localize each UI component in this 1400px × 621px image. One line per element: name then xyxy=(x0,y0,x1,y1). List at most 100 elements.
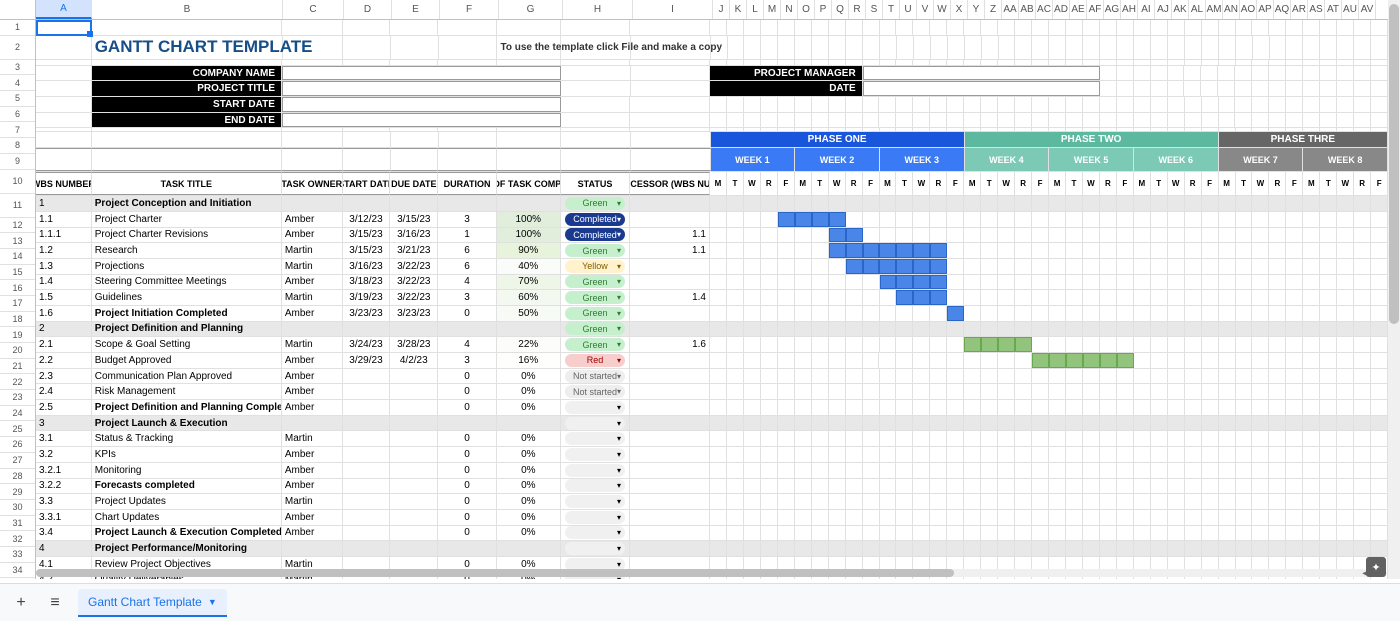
gantt-cell[interactable] xyxy=(744,400,761,415)
cell-title[interactable]: Project Performance/Monitoring xyxy=(92,541,282,556)
gantt-cell[interactable] xyxy=(761,541,778,556)
gantt-cell[interactable] xyxy=(896,290,913,305)
cell-owner[interactable]: Amber xyxy=(282,400,343,415)
cell-pct[interactable]: 100% xyxy=(497,212,561,227)
gantt-cell[interactable] xyxy=(1049,447,1066,462)
gantt-cell[interactable] xyxy=(1236,400,1253,415)
cell[interactable] xyxy=(1066,97,1083,112)
gantt-cell[interactable] xyxy=(727,384,744,399)
gantt-cell[interactable] xyxy=(1320,369,1337,384)
cell[interactable] xyxy=(1049,60,1066,65)
gantt-cell[interactable] xyxy=(1303,369,1320,384)
col-header-U[interactable]: U xyxy=(900,0,917,19)
gantt-cell[interactable] xyxy=(1168,431,1185,446)
cell-due[interactable]: 3/23/23 xyxy=(390,306,438,321)
gantt-cell[interactable] xyxy=(1303,431,1320,446)
gantt-cell[interactable] xyxy=(1049,290,1066,305)
gantt-cell[interactable] xyxy=(981,275,998,290)
col-header-Q[interactable]: Q xyxy=(832,0,849,19)
cell-title[interactable]: Forecasts completed xyxy=(92,479,282,494)
gantt-cell[interactable] xyxy=(981,196,998,211)
gantt-cell[interactable] xyxy=(1100,212,1117,227)
cell[interactable] xyxy=(390,128,438,131)
cell[interactable] xyxy=(1134,113,1151,128)
cell[interactable] xyxy=(1337,36,1354,59)
cell-pct[interactable] xyxy=(497,322,561,337)
cell[interactable] xyxy=(1168,97,1185,112)
gantt-cell[interactable] xyxy=(1049,243,1066,258)
cell-pred[interactable] xyxy=(630,541,710,556)
gantt-cell[interactable] xyxy=(812,400,829,415)
gantt-cell[interactable] xyxy=(710,431,727,446)
gantt-cell[interactable] xyxy=(930,479,947,494)
gantt-cell[interactable] xyxy=(1117,259,1134,274)
cell[interactable] xyxy=(1286,36,1303,59)
cell-status[interactable] xyxy=(561,510,631,525)
gantt-cell[interactable] xyxy=(1337,510,1354,525)
cell[interactable] xyxy=(1371,36,1388,59)
gantt-cell[interactable] xyxy=(778,196,795,211)
gantt-cell[interactable] xyxy=(863,463,880,478)
gantt-cell[interactable] xyxy=(761,259,778,274)
cell-title[interactable]: Research xyxy=(92,243,282,258)
cell[interactable] xyxy=(36,128,92,131)
cell-dur[interactable]: 6 xyxy=(438,243,497,258)
gantt-cell[interactable] xyxy=(812,447,829,462)
cell[interactable] xyxy=(1337,20,1354,35)
col-header-AN[interactable]: AN xyxy=(1223,0,1240,19)
vertical-scrollbar[interactable] xyxy=(1388,0,1400,579)
gantt-cell[interactable] xyxy=(1117,275,1134,290)
gantt-cell[interactable] xyxy=(930,416,947,431)
gantt-cell[interactable] xyxy=(1354,259,1371,274)
gantt-cell[interactable] xyxy=(896,541,913,556)
gantt-cell[interactable] xyxy=(1185,463,1202,478)
gantt-cell[interactable] xyxy=(913,275,930,290)
gantt-cell[interactable] xyxy=(947,275,964,290)
gantt-cell[interactable] xyxy=(812,228,829,243)
col-header-W[interactable]: W xyxy=(934,0,951,19)
cell[interactable] xyxy=(1354,97,1371,112)
cell[interactable] xyxy=(438,60,497,65)
gantt-cell[interactable] xyxy=(947,306,964,321)
status-chip[interactable] xyxy=(565,448,625,461)
cell[interactable] xyxy=(896,20,913,35)
day-hdr[interactable]: W xyxy=(913,172,930,195)
gantt-cell[interactable] xyxy=(727,431,744,446)
gantt-cell[interactable] xyxy=(710,369,727,384)
gantt-cell[interactable] xyxy=(727,369,744,384)
gantt-cell[interactable] xyxy=(998,196,1015,211)
day-hdr[interactable]: F xyxy=(1286,172,1303,195)
gantt-cell[interactable] xyxy=(1083,243,1100,258)
gantt-cell[interactable] xyxy=(761,353,778,368)
gantt-cell[interactable] xyxy=(829,212,846,227)
gantt-cell[interactable] xyxy=(1100,290,1117,305)
cell[interactable] xyxy=(1219,113,1236,128)
cell[interactable] xyxy=(1219,128,1236,131)
gantt-cell[interactable] xyxy=(1269,322,1286,337)
cell-due[interactable] xyxy=(390,479,438,494)
gantt-cell[interactable] xyxy=(1219,337,1236,352)
gantt-cell[interactable] xyxy=(1083,322,1100,337)
gantt-cell[interactable] xyxy=(1168,400,1185,415)
gantt-cell[interactable] xyxy=(1286,322,1303,337)
cell[interactable] xyxy=(282,60,343,65)
cell[interactable] xyxy=(761,113,778,128)
gantt-cell[interactable] xyxy=(1202,275,1219,290)
cell-owner[interactable]: Amber xyxy=(282,463,343,478)
gantt-cell[interactable] xyxy=(1185,212,1202,227)
gantt-cell[interactable] xyxy=(1117,290,1134,305)
gantt-cell[interactable] xyxy=(1185,337,1202,352)
gantt-cell[interactable] xyxy=(964,510,981,525)
cell[interactable] xyxy=(1371,66,1388,81)
gantt-cell[interactable] xyxy=(1354,275,1371,290)
gantt-cell[interactable] xyxy=(998,290,1015,305)
gantt-cell[interactable] xyxy=(1269,384,1286,399)
cell[interactable] xyxy=(812,36,829,59)
gantt-cell[interactable] xyxy=(896,275,913,290)
cell[interactable] xyxy=(761,20,778,35)
gantt-cell[interactable] xyxy=(1320,322,1337,337)
gantt-cell[interactable] xyxy=(710,337,727,352)
gantt-cell[interactable] xyxy=(1117,196,1134,211)
gantt-cell[interactable] xyxy=(829,275,846,290)
gantt-cell[interactable] xyxy=(846,510,863,525)
